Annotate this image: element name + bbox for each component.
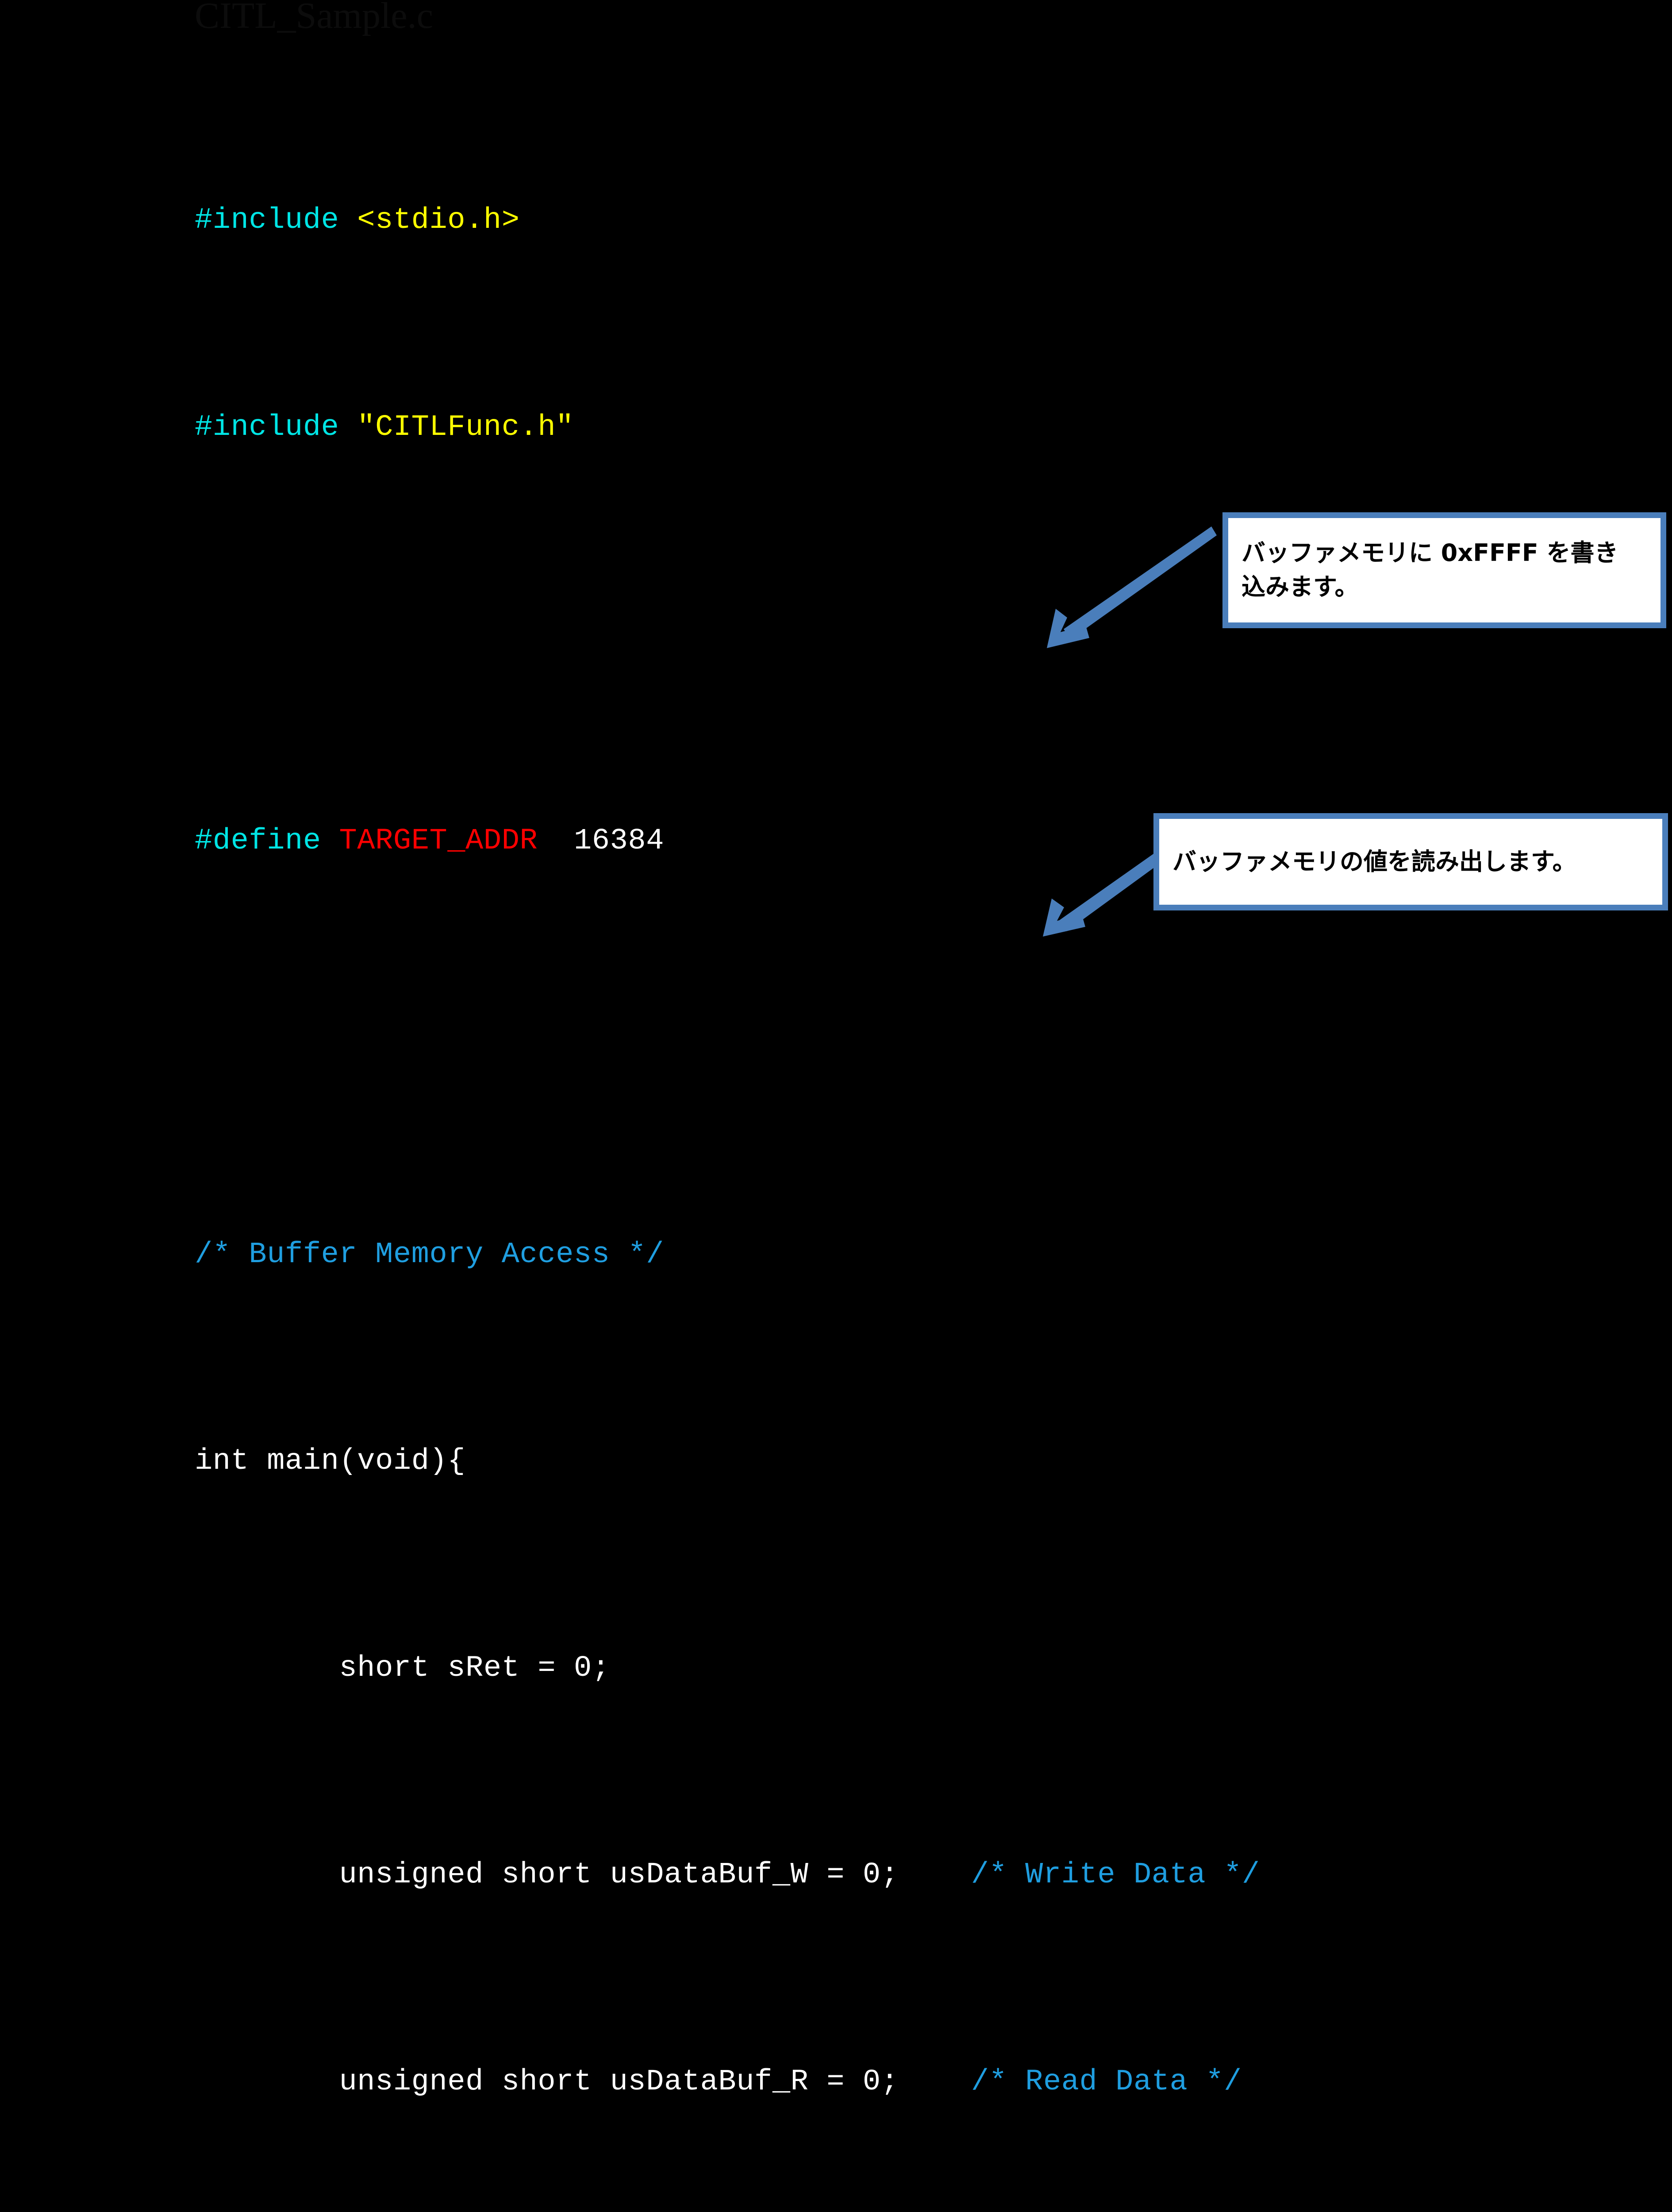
token-define: #define <box>195 824 321 858</box>
token-var-buf-w: usDataBuf_W <box>610 1858 809 1892</box>
token-stdio-header: <stdio.h> <box>357 204 520 237</box>
token-macro-name: TARGET_ADDR <box>339 824 538 858</box>
token-citl-header: "CITLFunc.h" <box>357 410 574 444</box>
token-short: short <box>501 1858 592 1892</box>
punct-open-paren: ( <box>339 1444 357 1478</box>
code-line-3-blank <box>195 614 1296 655</box>
comment-read-data: /* Read Data */ <box>971 2065 1242 2099</box>
document-title: CITL_Sample.c <box>195 0 433 36</box>
token-var-sret: sRet <box>447 1651 520 1685</box>
callout-write-buffer: バッファメモリに 0xFFFF を書き 込みます。 <box>1222 512 1666 628</box>
callout-read-text: バッファメモリの値を読み出します。 <box>1172 845 1576 879</box>
code-canvas: CITL_Sample.c #include <stdio.h> #includ… <box>0 0 1672 2099</box>
code-line-6: /* Buffer Memory Access */ <box>195 1234 1296 1276</box>
code-line-10: unsigned short usDataBuf_R = 0; /* Read … <box>195 2062 1296 2103</box>
assign-zero: = 0; <box>519 1651 610 1685</box>
callout-write-line1: バッファメモリに 0xFFFF を書き <box>1242 539 1618 567</box>
code-line-8: short sRet = 0; <box>195 1648 1296 1690</box>
punct-close-paren-brace: ){ <box>429 1444 466 1478</box>
token-main: main <box>267 1444 339 1478</box>
code-line-7: int main(void){ <box>195 1441 1296 1482</box>
source-code-block: #include <stdio.h> #include "CITLFunc.h"… <box>195 35 1296 2212</box>
code-line-4: #define TARGET_ADDR 16384 <box>195 821 1296 862</box>
comment-write-data: /* Write Data */ <box>971 1858 1260 1892</box>
token-short: short <box>339 1651 430 1685</box>
callout-write-line2: 込みます。 <box>1242 573 1359 601</box>
token-include: #include <box>195 204 339 237</box>
token-unsigned: unsigned <box>339 1858 484 1892</box>
code-line-9: unsigned short usDataBuf_W = 0; /* Write… <box>195 1855 1296 1896</box>
token-void: void <box>357 1444 430 1478</box>
token-var-buf-r: usDataBuf_R <box>610 2065 809 2099</box>
comment-buffer-memory-access: /* Buffer Memory Access */ <box>195 1237 664 1271</box>
token-include: #include <box>195 410 339 444</box>
token-int: int <box>195 1444 249 1478</box>
token-macro-value: 16384 <box>573 824 665 858</box>
code-line-1: #include <stdio.h> <box>195 200 1296 242</box>
assign-zero: = 0; <box>808 1858 971 1892</box>
code-line-2: #include "CITLFunc.h" <box>195 407 1296 449</box>
callout-write-text: バッファメモリに 0xFFFF を書き 込みます。 <box>1242 536 1618 604</box>
callout-read-line1: バッファメモリの値を読み出します。 <box>1172 847 1576 876</box>
token-unsigned: unsigned <box>339 2065 484 2099</box>
callout-read-buffer: バッファメモリの値を読み出します。 <box>1153 813 1668 910</box>
token-short: short <box>501 2065 592 2099</box>
code-line-5-blank <box>195 1027 1296 1069</box>
assign-zero: = 0; <box>808 2065 971 2099</box>
